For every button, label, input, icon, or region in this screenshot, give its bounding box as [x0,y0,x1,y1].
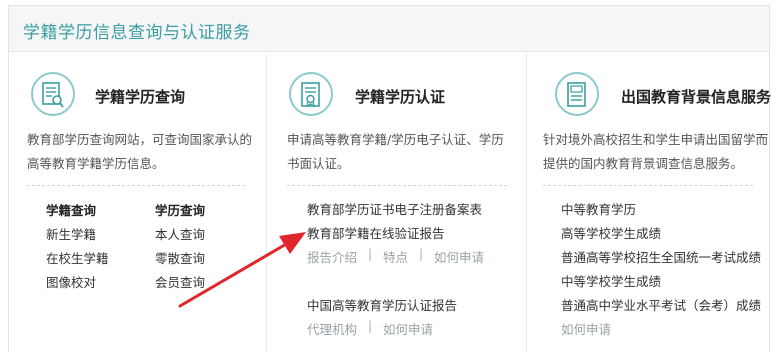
separator: | [368,247,373,261]
service-panel: 学籍学历信息查询与认证服务 学籍学历查询 教育部学历查询网站，可查询国家承认的 … [8,5,771,352]
link-member-query[interactable]: 会员查询 [155,272,205,291]
description-line: 针对境外高校招生和学生申请出国留学而 [543,132,769,147]
link-online-verification-report[interactable]: 教育部学籍在线验证报告 [307,223,445,242]
link-single-query[interactable]: 零散查询 [155,248,205,267]
link-secondary-student-grades[interactable]: 中等学校学生成绩 [561,271,661,290]
panel-header: 学籍学历信息查询与认证服务 [9,6,769,52]
separator: | [419,247,424,261]
link-how-to-apply-3[interactable]: 如何申请 [561,319,611,338]
link-enrolled-student-status[interactable]: 在校生学籍 [46,248,109,267]
description-line: 高等教育学籍学历信息。 [27,156,165,171]
description-line: 教育部学历查询网站，可查询国家承认的 [27,132,253,147]
link-self-query[interactable]: 本人查询 [155,224,205,243]
dashed-divider [27,185,245,186]
column-overseas-background: 出国教育背景信息服务 针对境外高校招生和学生申请出国留学而 提供的国内教育背景调… [527,53,771,352]
column-title[interactable]: 学籍学历查询 [95,86,185,107]
certificate-verify-icon [289,72,333,116]
link-image-verification[interactable]: 图像校对 [46,272,96,291]
dashed-divider [543,185,753,186]
link-new-student-status[interactable]: 新生学籍 [46,224,96,243]
link-academic-proficiency-scores[interactable]: 普通高中学业水平考试（会考）成绩 [561,295,761,314]
description-line: 申请高等教育学籍/学历电子认证、学历 [287,132,504,147]
link-report-intro[interactable]: 报告介绍 [307,247,357,266]
column-title[interactable]: 学籍学历认证 [355,86,445,107]
description-line: 书面认证。 [287,156,350,171]
degree-query-heading[interactable]: 学历查询 [155,200,205,219]
certificate-document-icon [555,72,599,116]
dashed-divider [287,185,507,186]
link-how-to-apply[interactable]: 如何申请 [434,247,484,266]
link-secondary-education[interactable]: 中等教育学历 [561,199,636,218]
column-degree-verification: 学籍学历认证 申请高等教育学籍/学历电子认证、学历 书面认证。 教育部学历证书电… [267,53,527,352]
link-how-to-apply-2[interactable]: 如何申请 [383,319,433,338]
description-line: 提供的国内教育背景调查信息服务。 [543,156,744,171]
column-title[interactable]: 出国教育背景信息服务 [621,86,771,107]
link-higher-education-certification-report[interactable]: 中国高等教育学历认证报告 [307,295,457,314]
column-description: 针对境外高校招生和学生申请出国留学而 提供的国内教育背景调查信息服务。 [543,128,768,176]
separator: | [368,319,373,333]
link-e-registration-form[interactable]: 教育部学历证书电子注册备案表 [307,199,482,218]
certificate-search-icon [31,72,75,116]
link-college-student-grades[interactable]: 高等学校学生成绩 [561,223,661,242]
column-description: 教育部学历查询网站，可查询国家承认的 高等教育学籍学历信息。 [27,128,252,176]
column-description: 申请高等教育学籍/学历电子认证、学历 书面认证。 [287,128,504,176]
link-national-exam-scores[interactable]: 普通高等学校招生全国统一考试成绩 [561,247,761,266]
student-status-query-heading[interactable]: 学籍查询 [46,200,96,219]
column-degree-query: 学籍学历查询 教育部学历查询网站，可查询国家承认的 高等教育学籍学历信息。 学籍… [9,53,267,352]
link-features[interactable]: 特点 [383,247,408,266]
panel-title: 学籍学历信息查询与认证服务 [23,23,251,43]
link-agencies[interactable]: 代理机构 [307,319,357,338]
